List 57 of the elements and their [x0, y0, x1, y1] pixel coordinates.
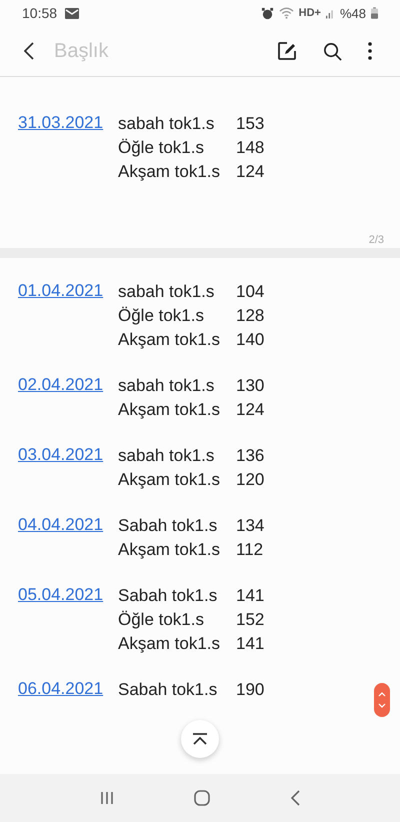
scroll-to-top-button[interactable]	[181, 720, 219, 758]
entry-label: Akşam tok1.s	[118, 400, 222, 420]
entry-label: sabah tok1.s	[118, 114, 216, 134]
wifi-icon	[278, 7, 294, 19]
clock: 10:58	[22, 5, 58, 21]
scroll-to-top-icon	[192, 733, 208, 745]
network-label: HD+	[298, 7, 321, 19]
entry-value: 128	[236, 306, 266, 326]
entry-label: Akşam tok1.s	[118, 162, 222, 182]
mail-icon	[65, 8, 80, 18]
fast-scroll-handle[interactable]	[374, 683, 390, 717]
entry-label: Akşam tok1.s	[118, 330, 222, 350]
entry-value: 112	[236, 540, 264, 560]
signal-icon	[326, 8, 335, 18]
battery-icon	[371, 7, 378, 19]
entry-value: 141	[236, 586, 266, 606]
entry-label: Sabah tok1.s	[118, 680, 218, 700]
search-icon[interactable]	[323, 42, 342, 60]
entry-value: 141	[236, 634, 266, 654]
entry-label: Sabah tok1.s	[118, 516, 218, 536]
entry-label: Öğle tok1.s	[118, 138, 205, 158]
entry-label: Akşam tok1.s	[118, 634, 222, 654]
date-link[interactable]: 06.04.2021	[18, 678, 118, 702]
entry-label: Öğle tok1.s	[118, 610, 205, 630]
date-link[interactable]: 05.04.2021	[18, 584, 118, 656]
recent-apps-icon[interactable]	[100, 791, 114, 805]
date-link[interactable]: 31.03.2021	[18, 112, 118, 184]
edit-icon[interactable]	[277, 41, 297, 61]
entry-value: 136	[236, 446, 266, 466]
entry-value: 124	[236, 162, 266, 182]
entry-value: 124	[236, 400, 266, 420]
entry-label: sabah tok1.s	[118, 446, 216, 466]
page-number: 2/3	[368, 234, 384, 246]
entry-value: 134	[236, 516, 266, 536]
entry-label: sabah tok1.s	[118, 282, 216, 302]
alarm-icon	[260, 6, 274, 20]
entry-value: 152	[236, 610, 266, 630]
entry-value: 153	[236, 114, 266, 134]
date-link[interactable]: 03.04.2021	[18, 444, 118, 492]
entry-value: 140	[236, 330, 266, 350]
more-icon[interactable]	[368, 42, 372, 60]
home-icon[interactable]	[194, 790, 210, 806]
entry-value: 104	[236, 282, 266, 302]
date-link[interactable]: 01.04.2021	[18, 280, 118, 352]
entry-label: Akşam tok1.s	[118, 540, 222, 560]
entry-value: 190	[236, 680, 266, 700]
date-link[interactable]: 04.04.2021	[18, 514, 118, 562]
back-icon[interactable]	[24, 42, 34, 60]
entry-value: 130	[236, 376, 266, 396]
entry-label: Öğle tok1.s	[118, 306, 205, 326]
entry-value: 120	[236, 470, 266, 490]
entry-label: sabah tok1.s	[118, 376, 216, 396]
battery-label: %48	[340, 6, 366, 20]
entry-label: Akşam tok1.s	[118, 470, 222, 490]
entry-label: Sabah tok1.s	[118, 586, 218, 606]
entry-value: 148	[236, 138, 266, 158]
date-link[interactable]: 02.04.2021	[18, 374, 118, 422]
